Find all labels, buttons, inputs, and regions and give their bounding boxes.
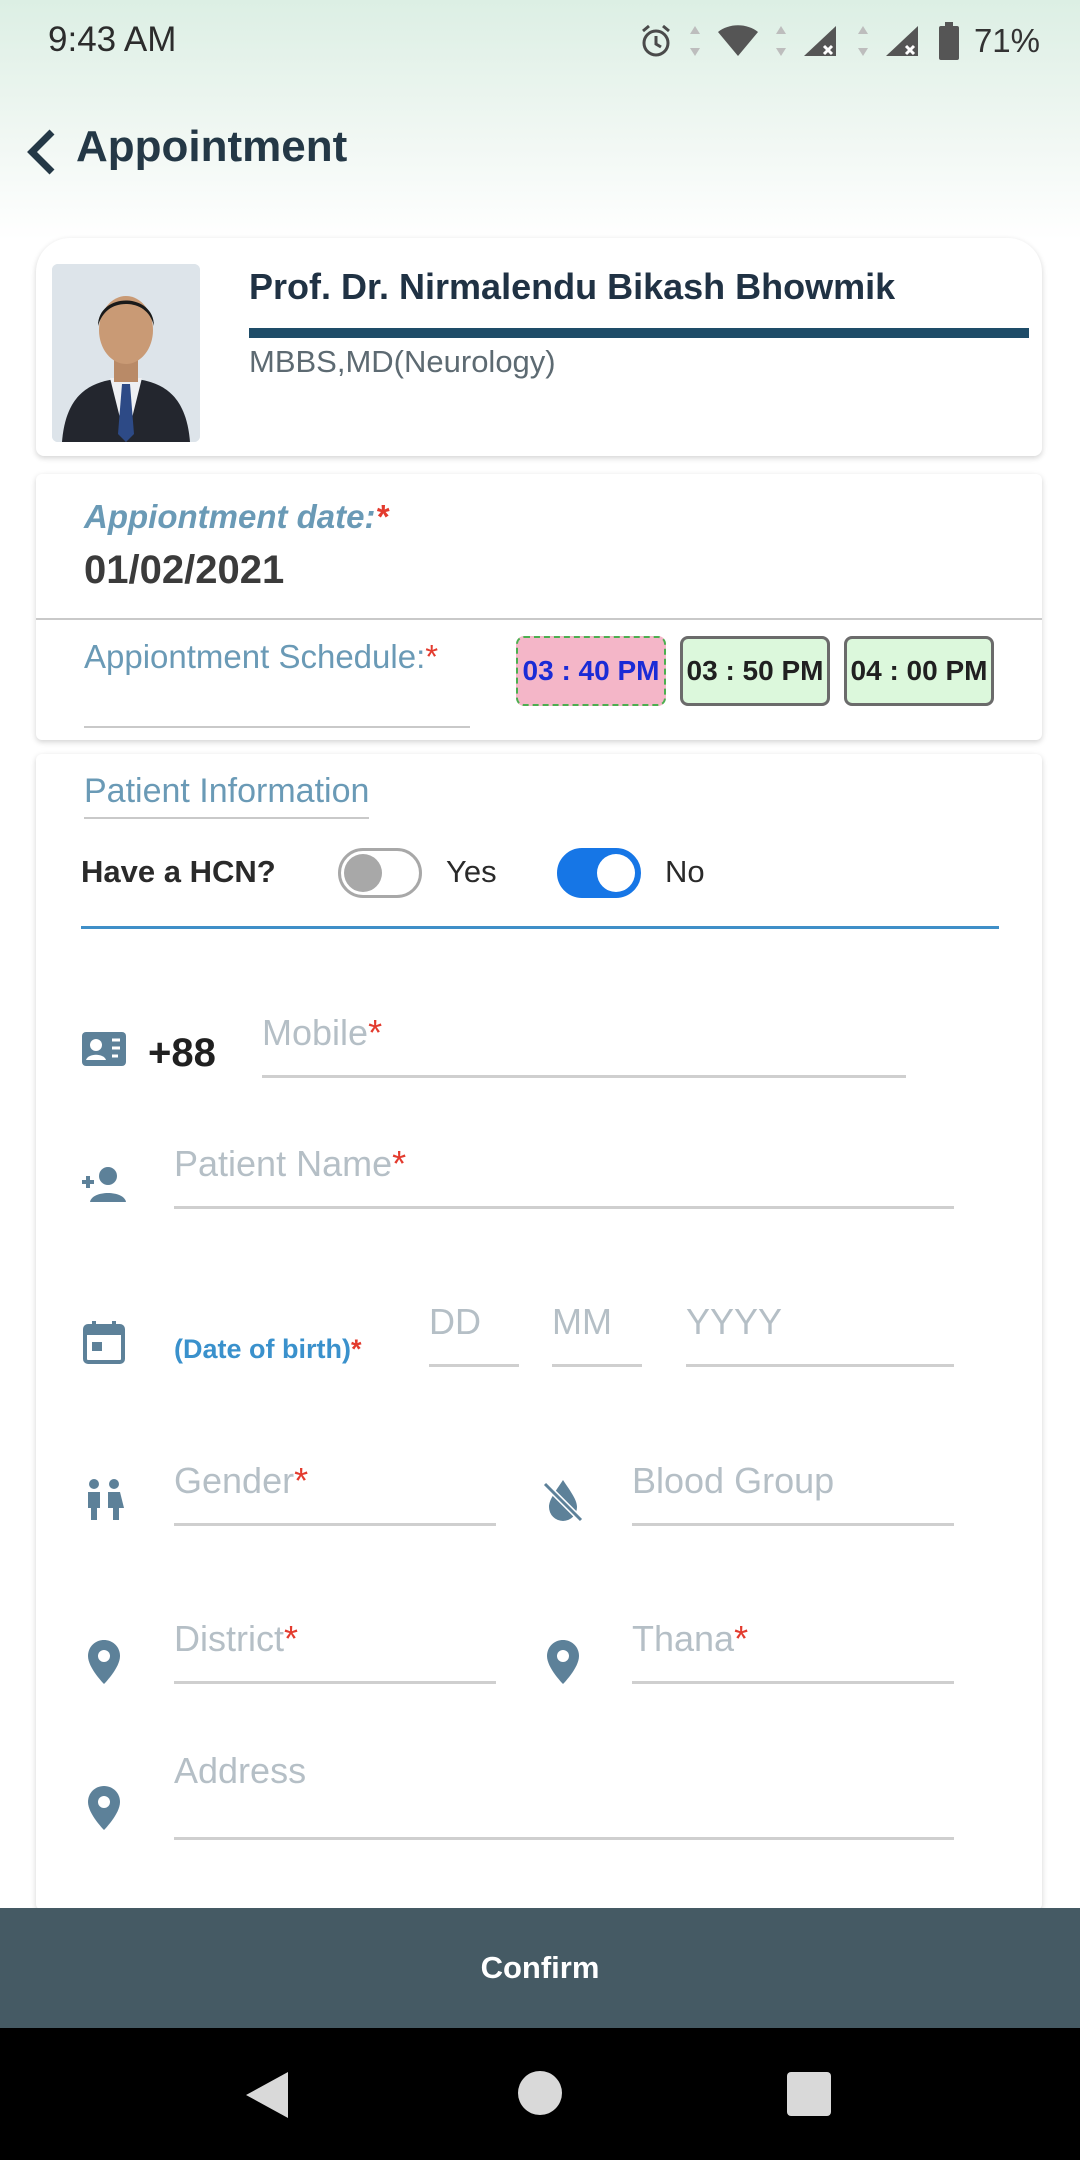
hcn-question-label: Have a HCN? (81, 854, 276, 889)
battery-percent: 71% (973, 22, 1040, 59)
hcn-yes-toggle[interactable] (338, 848, 422, 898)
gender-icon (80, 1476, 128, 1524)
mobile-input[interactable]: Mobile* (262, 1006, 906, 1078)
dob-label: (Date of birth)* (174, 1334, 362, 1364)
hcn-yes-label: Yes (446, 854, 497, 889)
location-pin-icon (80, 1638, 128, 1686)
data-arrows-icon (688, 24, 702, 58)
system-nav-bar (0, 2028, 1080, 2160)
toggle-knob (597, 854, 635, 892)
patient-name-input[interactable]: Patient Name* (174, 1137, 954, 1209)
signal-icon-1 (802, 24, 842, 58)
alarm-icon (638, 23, 674, 59)
location-pin-icon (80, 1784, 128, 1832)
district-select[interactable]: District* (174, 1612, 496, 1684)
contact-card-icon (80, 1026, 128, 1074)
confirm-button[interactable]: Confirm (0, 1908, 1080, 2028)
dob-month-input[interactable]: MM (552, 1295, 642, 1367)
battery-icon (938, 22, 960, 60)
divider (36, 618, 1042, 620)
appointment-date-label: Appiontment date:* (84, 498, 389, 535)
nav-home-icon[interactable] (518, 2071, 562, 2115)
nav-recents-icon[interactable] (787, 2072, 831, 2116)
country-code: +88 (148, 1031, 216, 1075)
status-icons: 71% (638, 16, 1040, 66)
patient-info-card: Patient Information Have a HCN? Yes No +… (36, 754, 1042, 1910)
status-bar: 9:43 AM 71% (0, 0, 1080, 84)
time-slot[interactable]: 03 : 50 PM (680, 636, 830, 706)
hcn-divider (81, 926, 999, 929)
back-arrow-icon[interactable] (22, 128, 62, 176)
address-input[interactable]: Address (174, 1744, 954, 1840)
nav-back-icon[interactable] (244, 2070, 290, 2125)
signal-icon-2 (884, 24, 924, 58)
app-header: Appointment (0, 110, 1080, 190)
schedule-underline (84, 726, 470, 728)
blood-drop-off-icon (539, 1476, 587, 1524)
appointment-schedule-label: Appiontment Schedule:* (84, 638, 439, 675)
add-person-icon (80, 1162, 128, 1210)
data-arrows-icon-3 (856, 24, 870, 58)
hcn-no-label: No (665, 854, 705, 889)
doctor-name: Prof. Dr. Nirmalendu Bikash Bhowmik (249, 266, 896, 307)
doctor-degree: MBBS,MD(Neurology) (249, 344, 556, 379)
appointment-card: Appiontment date:* 01/02/2021 Appiontmen… (36, 474, 1042, 740)
patient-info-title: Patient Information (84, 772, 370, 819)
thana-select[interactable]: Thana* (632, 1612, 954, 1684)
location-pin-icon (539, 1638, 587, 1686)
gender-select[interactable]: Gender* (174, 1454, 496, 1526)
status-time: 9:43 AM (48, 20, 177, 59)
calendar-icon (80, 1318, 128, 1366)
hcn-no-toggle[interactable] (557, 848, 641, 898)
doctor-photo (52, 264, 200, 442)
page-title: Appointment (76, 122, 348, 171)
appointment-date-value[interactable]: 01/02/2021 (84, 548, 284, 593)
wifi-icon (716, 24, 760, 58)
toggle-knob (344, 854, 382, 892)
data-arrows-icon-2 (774, 24, 788, 58)
doctor-name-underline (249, 328, 1029, 338)
dob-day-input[interactable]: DD (429, 1295, 519, 1367)
time-slot[interactable]: 04 : 00 PM (844, 636, 994, 706)
time-slot-selected[interactable]: 03 : 40 PM (516, 636, 666, 706)
doctor-card: Prof. Dr. Nirmalendu Bikash Bhowmik MBBS… (36, 238, 1042, 456)
dob-year-input[interactable]: YYYY (686, 1295, 954, 1367)
blood-group-select[interactable]: Blood Group (632, 1454, 954, 1526)
